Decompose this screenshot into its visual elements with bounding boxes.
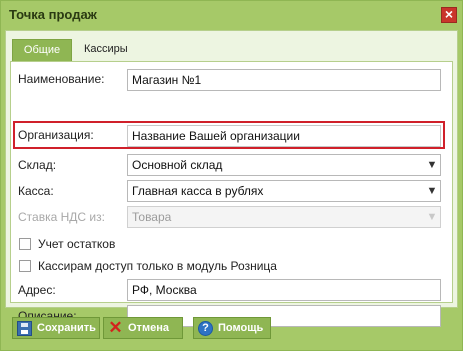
cancel-button-label: Отмена [128,322,169,334]
address-label: Адрес: [18,283,56,297]
save-button-label: Сохранить [37,322,96,334]
chevron-down-icon[interactable]: ▼ [424,155,440,175]
cashbox-label: Касса: [18,184,54,198]
chevron-down-icon: ▼ [426,211,438,223]
close-button[interactable]: × [441,7,457,23]
stock-accounting-checkbox[interactable] [19,238,31,250]
address-field[interactable]: РФ, Москва [127,279,441,301]
name-field[interactable]: Магазин №1 [127,69,441,91]
title-bar[interactable]: Точка продаж × [1,1,462,30]
organization-field[interactable]: Название Вашей организации [127,125,441,147]
save-button[interactable]: Сохранить [12,317,100,339]
close-icon: × [444,6,454,22]
stock-accounting-label: Учет остатков [38,237,116,251]
vat-rate-select: Товара ▼ [127,206,441,228]
warehouse-label: Склад: [18,158,57,172]
cashiers-retail-only-checkbox[interactable] [19,260,31,272]
vat-rate-label: Ставка НДС из: [18,210,105,224]
button-bar: Сохранить ✕ Отмена ? Помощь [1,308,462,350]
question-icon: ? [198,321,213,336]
general-tab-panel: Наименование: Магазин №1 Организация: На… [10,61,453,327]
warehouse-select[interactable]: Основной склад ▼ [127,154,441,176]
warehouse-value: Основной склад [132,158,223,172]
tab-general[interactable]: Общие [12,39,72,61]
cancel-button[interactable]: ✕ Отмена [103,317,183,339]
tab-cashiers[interactable]: Кассиры [76,39,146,61]
organization-label: Организация: [18,128,94,142]
tab-strip: Общие Кассиры [6,31,457,61]
name-label: Наименование: [18,72,105,86]
cashbox-select[interactable]: Главная касса в рублях ▼ [127,180,441,202]
dialog-title: Точка продаж [9,7,97,22]
help-button-label: Помощь [218,322,264,334]
chevron-down-icon[interactable]: ▼ [424,181,440,201]
dialog-content: Общие Кассиры Наименование: Магазин №1 О… [5,30,458,327]
cashbox-value: Главная касса в рублях [132,184,264,198]
cashiers-retail-only-label: Кассирам доступ только в модуль Розница [38,259,277,273]
help-button[interactable]: ? Помощь [193,317,271,339]
floppy-disk-icon [17,321,32,336]
point-of-sale-dialog: Точка продаж × Общие Кассиры Наименовани… [0,0,463,351]
red-x-icon: ✕ [108,318,123,337]
vat-rate-value: Товара [132,210,172,224]
